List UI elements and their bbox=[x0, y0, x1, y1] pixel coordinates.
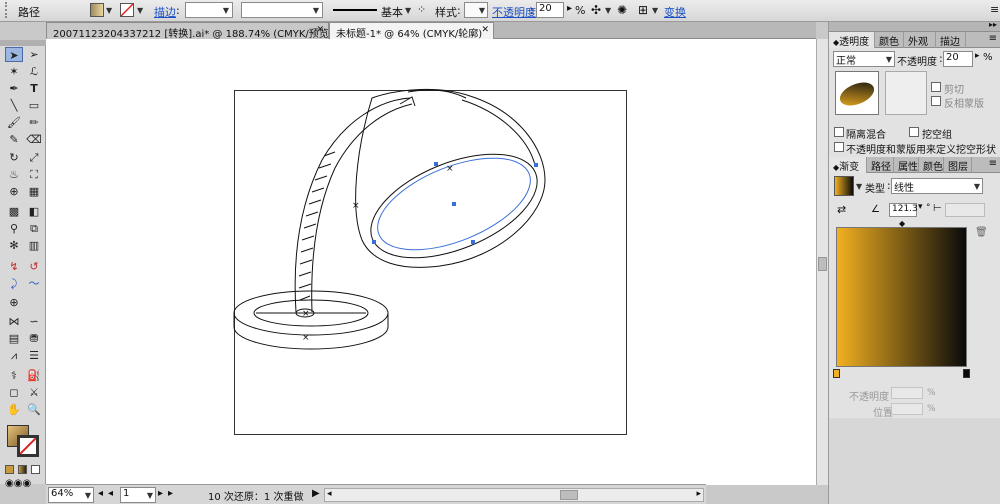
lamp-shade-outer[interactable] bbox=[355, 88, 546, 268]
angle-icon: ∠ bbox=[871, 204, 880, 215]
opacity-mask-checkbox[interactable] bbox=[834, 142, 844, 152]
svg-text:×: × bbox=[446, 164, 454, 174]
location-label: 位置 bbox=[873, 408, 893, 419]
tab-stroke[interactable]: 描边 bbox=[936, 32, 966, 48]
stop-opacity-input[interactable] bbox=[891, 387, 923, 399]
tab-transparency[interactable]: ◆透明度 bbox=[829, 32, 875, 48]
prev-artboard-icon[interactable]: ◂ bbox=[108, 488, 113, 499]
opacity-slider-icon[interactable]: ▸ bbox=[975, 51, 980, 61]
blend-mode-select[interactable]: 正常 ▼ bbox=[833, 51, 895, 67]
invert-mask-label: 反相蒙版 bbox=[944, 99, 984, 110]
isolate-blend-checkbox[interactable] bbox=[834, 127, 844, 137]
tab-appearance[interactable]: 外观 bbox=[904, 32, 936, 48]
status-bar: 64% ▼ ◂ ◂ 1 ▼ ▸ ▸ 10 次还原：1 次重做 ▶ ◂ ▸ bbox=[46, 484, 706, 504]
clip-label: 剪切 bbox=[944, 85, 964, 96]
thumbnail-preview[interactable] bbox=[835, 71, 879, 115]
angle-input[interactable]: 121.3 bbox=[889, 203, 918, 217]
artboard-select[interactable]: 1 ▼ bbox=[120, 487, 156, 503]
lamp-base-side[interactable] bbox=[233, 313, 389, 350]
scroll-thumb[interactable] bbox=[560, 490, 578, 500]
knockout-group-checkbox[interactable] bbox=[909, 127, 919, 137]
status-menu-icon[interactable]: ▶ bbox=[312, 488, 320, 499]
tab-attributes[interactable]: 属性 bbox=[894, 157, 919, 173]
invert-mask-checkbox[interactable] bbox=[931, 96, 941, 106]
panel-menu-icon[interactable]: ≡ bbox=[989, 33, 997, 44]
gradient-slider-preview[interactable] bbox=[836, 227, 967, 367]
transparency-panel: 正常 ▼ 不透明度 : 20 ▸ % 剪切 反相蒙版 隔离混合 挖空组 不透明度和… bbox=[829, 48, 1000, 158]
delete-stop-icon[interactable]: 🗑 bbox=[975, 227, 988, 238]
reverse-gradient-icon[interactable]: ⇄ bbox=[837, 203, 846, 216]
mask-preview[interactable] bbox=[885, 71, 927, 115]
panel-opacity-unit: % bbox=[983, 52, 993, 63]
horizontal-scrollbar[interactable]: ◂ ▸ bbox=[324, 488, 704, 502]
gradient-stop-end[interactable] bbox=[963, 369, 970, 378]
vertical-scrollbar[interactable] bbox=[816, 39, 828, 485]
angle-unit: ° bbox=[926, 203, 931, 213]
tab-color-2[interactable]: 颜色 bbox=[919, 157, 944, 173]
aspect-ratio-input[interactable] bbox=[945, 203, 985, 217]
gradient-fill-swatch[interactable] bbox=[834, 176, 854, 196]
clip-checkbox[interactable] bbox=[931, 82, 941, 92]
panel-menu-icon[interactable]: ≡ bbox=[990, 3, 999, 16]
opacity-label: 不透明度 bbox=[897, 57, 937, 68]
angle-dropdown-icon[interactable]: ▾ bbox=[918, 202, 923, 212]
next-artboard-icon[interactable]: ▸ bbox=[158, 488, 163, 499]
gradient-type-select[interactable]: 线性 ▼ bbox=[891, 178, 983, 194]
svg-text:×: × bbox=[302, 309, 310, 319]
tab-path[interactable]: 路径 bbox=[867, 157, 894, 173]
lamp-artwork[interactable]: × × × × bbox=[0, 0, 816, 484]
tab-layers[interactable]: 图层 bbox=[944, 157, 972, 173]
gradient-type-label: 类型 bbox=[865, 184, 885, 195]
thumbnail-shape-icon bbox=[839, 82, 875, 106]
scroll-thumb[interactable] bbox=[818, 257, 827, 271]
location-input[interactable] bbox=[891, 403, 923, 415]
zoom-select[interactable]: 64% ▼ bbox=[48, 487, 94, 503]
gradient-stop-start[interactable] bbox=[833, 369, 840, 378]
panel-opacity-input[interactable]: 20 bbox=[943, 51, 973, 67]
opacity-mask-label: 不透明度和蒙版用来定义挖空形状 bbox=[846, 145, 996, 156]
panels-dock: ▸▸ ◆透明度 颜色 外观 描边 ≡ 正常 ▼ 不透明度 : 20 ▸ % 剪切 … bbox=[828, 20, 1000, 504]
tab-gradient[interactable]: ◆渐变 bbox=[829, 157, 867, 173]
knockout-group-label: 挖空组 bbox=[922, 130, 952, 141]
panel-dock-header[interactable]: ▸▸ bbox=[829, 20, 1000, 32]
tab-color[interactable]: 颜色 bbox=[875, 32, 904, 48]
panel-menu-icon[interactable]: ≡ bbox=[989, 158, 997, 169]
anchor-points[interactable] bbox=[372, 162, 538, 244]
svg-text:×: × bbox=[302, 333, 310, 343]
aspect-ratio-icon: ⊢ bbox=[933, 203, 942, 214]
transparency-panel-tabs: ◆透明度 颜色 外观 描边 ≡ bbox=[829, 32, 1000, 48]
last-artboard-icon[interactable]: ▸ bbox=[168, 488, 173, 499]
gradient-panel: ▼ 类型 : 线性 ▼ ⇄ ∠ 121.3 ▾ ° ⊢ ◆ 🗑 不透明度 % 位置… bbox=[829, 173, 1000, 419]
svg-text:×: × bbox=[352, 201, 360, 211]
first-artboard-icon[interactable]: ◂ bbox=[98, 488, 103, 499]
gradient-panel-tabs: ◆渐变 路径 属性 颜色 图层 ≡ bbox=[829, 157, 1000, 173]
isolate-blend-label: 隔离混合 bbox=[846, 130, 886, 141]
stop-opacity-label: 不透明度 bbox=[849, 392, 889, 403]
undo-status-text: 10 次还原：1 次重做 bbox=[208, 492, 304, 503]
gradient-swatch-dropdown-icon[interactable]: ▼ bbox=[856, 182, 862, 191]
